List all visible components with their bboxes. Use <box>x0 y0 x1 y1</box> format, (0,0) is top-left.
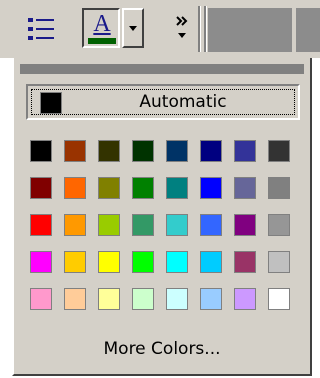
color-swatch[interactable] <box>200 140 222 162</box>
color-swatch[interactable] <box>200 251 222 273</box>
color-swatch[interactable] <box>132 214 154 236</box>
color-swatch[interactable] <box>30 251 52 273</box>
color-swatch[interactable] <box>268 177 290 199</box>
color-swatch[interactable] <box>268 288 290 310</box>
toolbar-area <box>208 8 292 52</box>
color-swatch[interactable] <box>200 214 222 236</box>
color-swatch[interactable] <box>132 288 154 310</box>
color-row <box>30 251 308 275</box>
color-swatch[interactable] <box>166 214 188 236</box>
drag-handle[interactable] <box>20 64 304 74</box>
color-swatch[interactable] <box>30 288 52 310</box>
color-swatch[interactable] <box>268 251 290 273</box>
color-swatch[interactable] <box>64 140 86 162</box>
automatic-label: Automatic <box>139 92 227 112</box>
color-swatch[interactable] <box>200 288 222 310</box>
color-swatch[interactable] <box>30 214 52 236</box>
color-row <box>30 214 308 238</box>
color-swatch[interactable] <box>166 288 188 310</box>
dropdown-arrow-icon <box>129 26 137 31</box>
toolbar-separator <box>198 6 201 52</box>
color-swatch[interactable] <box>166 177 188 199</box>
color-swatch[interactable] <box>132 140 154 162</box>
color-swatch[interactable] <box>64 214 86 236</box>
color-swatch[interactable] <box>234 140 256 162</box>
color-swatch[interactable] <box>234 214 256 236</box>
color-swatch[interactable] <box>200 177 222 199</box>
color-swatch[interactable] <box>64 251 86 273</box>
font-color-button[interactable]: A <box>82 8 120 48</box>
color-swatch[interactable] <box>166 251 188 273</box>
more-colors-button[interactable]: More Colors... <box>14 338 310 360</box>
bulleted-list-button[interactable] <box>22 8 64 50</box>
color-row <box>30 177 308 201</box>
color-swatch[interactable] <box>98 288 120 310</box>
color-row <box>30 288 308 312</box>
color-swatch[interactable] <box>64 177 86 199</box>
toolbar: A <box>0 0 320 58</box>
color-swatch[interactable] <box>132 251 154 273</box>
font-color-palette: Automatic More Colors... <box>12 58 312 376</box>
color-swatch[interactable] <box>98 214 120 236</box>
color-swatch[interactable] <box>98 251 120 273</box>
color-swatch[interactable] <box>268 140 290 162</box>
automatic-color-button[interactable]: Automatic <box>26 84 300 120</box>
toolbar-options-button[interactable] <box>170 8 194 50</box>
toolbar-area <box>296 8 320 52</box>
color-swatch[interactable] <box>132 177 154 199</box>
color-swatch[interactable] <box>234 288 256 310</box>
color-swatch[interactable] <box>64 288 86 310</box>
color-swatch[interactable] <box>166 140 188 162</box>
font-color-indicator <box>88 38 116 44</box>
color-swatch[interactable] <box>234 177 256 199</box>
font-color-dropdown-button[interactable] <box>122 8 144 48</box>
color-swatch[interactable] <box>30 140 52 162</box>
color-swatch[interactable] <box>98 140 120 162</box>
color-swatch[interactable] <box>234 251 256 273</box>
chevron-double-right-icon <box>176 16 188 38</box>
bulleted-list-icon <box>28 18 54 40</box>
color-swatch[interactable] <box>268 214 290 236</box>
automatic-color-swatch <box>40 92 62 114</box>
color-swatch[interactable] <box>30 177 52 199</box>
toolbar-separator <box>204 6 207 52</box>
font-color-icon: A <box>93 11 111 37</box>
color-row <box>30 140 308 164</box>
color-swatch[interactable] <box>98 177 120 199</box>
